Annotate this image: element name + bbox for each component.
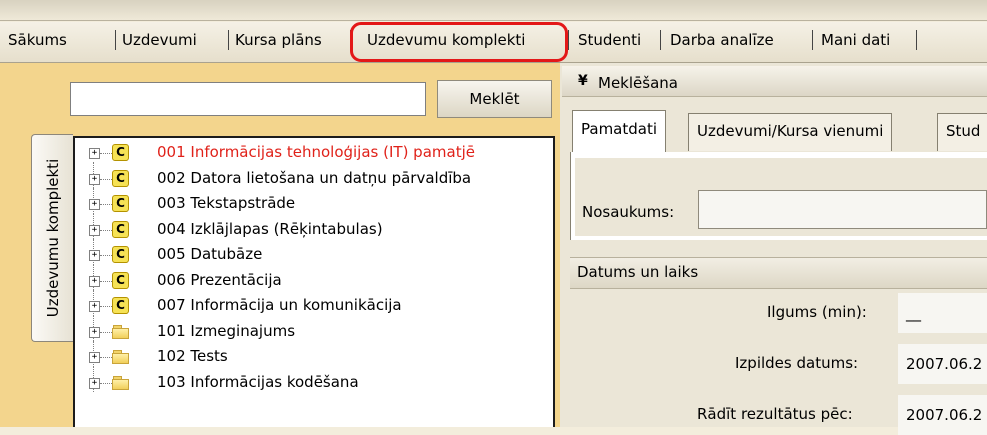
tree-item-label: 005 Datubāze xyxy=(157,245,263,263)
task-set-tree[interactable]: + C 001 Informācijas tehnoloģijas (IT) pam… xyxy=(73,136,555,427)
tab-separator xyxy=(812,30,813,50)
course-c-icon: C xyxy=(112,195,129,212)
expand-icon[interactable]: + xyxy=(89,148,100,159)
tree-item-label: 003 Tekstapstrāde xyxy=(157,194,296,212)
tree-item[interactable]: + C 001 Informācijas tehnoloģijas (IT) pam… xyxy=(75,142,553,188)
chevron-collapse-icon[interactable]: ¥ xyxy=(578,73,588,89)
course-c-icon: C xyxy=(112,169,129,187)
tab-separator xyxy=(228,30,229,50)
tree-item-label: 004 Izklājlapas (Rēķintabulas) xyxy=(157,219,383,238)
side-tab-uzdevumu-komplekti[interactable]: Uzdevumu komplekti xyxy=(31,134,73,342)
course-c-icon: C xyxy=(112,144,129,161)
show-results-after-label: Rādīt rezultātus pēc: xyxy=(697,405,853,423)
tree-connector xyxy=(100,382,112,384)
tab-uzdevumi-kursa-vienumi[interactable]: Uzdevumi/Kursa vienumi xyxy=(688,113,893,151)
tree-connector xyxy=(100,153,112,154)
show-results-after-field[interactable]: 2007.06.2 xyxy=(898,395,987,435)
tree-item[interactable]: +101 Izmeginajums xyxy=(75,321,553,367)
tree-connector xyxy=(100,357,112,358)
tree-connector xyxy=(100,280,112,282)
search-input[interactable] xyxy=(70,82,426,116)
tree-item[interactable]: + C 003 Tekstapstrāde xyxy=(75,193,553,239)
course-c-icon: C xyxy=(112,297,129,314)
tab-sakums[interactable]: Sākums xyxy=(8,28,67,52)
tab-pamatdati[interactable]: Pamatdati xyxy=(572,110,667,152)
search-panel-title: Meklēšana xyxy=(598,74,678,92)
tab-studenti-partial[interactable]: Stud xyxy=(937,113,987,151)
tree-item-label: 001 Informācijas tehnoloģijas (IT) pamat… xyxy=(157,143,475,161)
expand-icon[interactable]: + xyxy=(89,199,100,210)
duration-label: Ilgums (min): xyxy=(767,303,867,321)
folder-icon xyxy=(112,324,130,339)
name-label: Nosaukums: xyxy=(582,203,675,221)
folder-icon xyxy=(112,375,130,390)
duration-field[interactable]: __ xyxy=(898,293,987,333)
expand-icon[interactable]: + xyxy=(89,173,100,185)
execution-date-field[interactable]: 2007.06.2 xyxy=(898,344,987,384)
course-c-icon: C xyxy=(112,220,129,238)
tree-item-label: 006 Prezentācija xyxy=(157,270,282,289)
tree-item-label: 101 Izmeginajums xyxy=(157,321,296,340)
expand-icon[interactable]: + xyxy=(89,250,100,261)
tree-connector xyxy=(100,229,112,231)
name-field[interactable] xyxy=(698,190,987,229)
tree-connector xyxy=(100,255,112,256)
date-time-section-title: Datums un laiks xyxy=(577,263,699,281)
tab-separator xyxy=(350,30,351,50)
folder-icon xyxy=(112,350,130,364)
tab-kursa-plans[interactable]: Kursa plāns xyxy=(235,28,322,52)
tree-item-label: 007 Informācija un komunikācija xyxy=(157,296,402,314)
tab-uzdevumu-komplekti[interactable]: Uzdevumu komplekti xyxy=(367,28,525,52)
expand-icon[interactable]: + xyxy=(89,275,100,287)
tree-connector xyxy=(100,178,112,180)
tab-separator xyxy=(660,30,661,50)
tree-item[interactable]: + C 005 Datubāze xyxy=(75,244,553,290)
expand-icon[interactable]: + xyxy=(89,352,100,363)
tab-mani-dati[interactable]: Mani dati xyxy=(821,28,890,52)
expand-icon[interactable]: + xyxy=(89,377,100,389)
tree-connector xyxy=(100,306,112,307)
tab-separator xyxy=(115,30,116,50)
tree-connector xyxy=(100,331,112,333)
course-c-icon: C xyxy=(112,246,129,263)
execution-date-label: Izpildes datums: xyxy=(735,354,859,372)
tree-connector xyxy=(100,204,112,205)
tab-separator xyxy=(916,30,917,50)
tree-item-label: 103 Informācijas kodēšana xyxy=(157,372,359,391)
tree-item[interactable]: +102 Tests xyxy=(75,346,553,392)
tree-item[interactable]: + C 004 Izklājlapas (Rēķintabulas) xyxy=(75,219,553,265)
search-button[interactable]: Meklēt xyxy=(437,80,552,118)
side-tab-label: Uzdevumu komplekti xyxy=(43,158,62,318)
tab-uzdevumi[interactable]: Uzdevumi xyxy=(122,28,197,52)
expand-icon[interactable]: + xyxy=(89,301,100,312)
tab-studenti[interactable]: Studenti xyxy=(578,28,641,52)
window-top-strip xyxy=(0,0,987,21)
expand-icon[interactable]: + xyxy=(89,326,100,338)
tree-item[interactable]: + C 006 Prezentācija xyxy=(75,270,553,316)
tree-item-label: 102 Tests xyxy=(157,347,228,365)
course-c-icon: C xyxy=(112,271,129,289)
tree-item[interactable]: + C 007 Informācija un komunikācija xyxy=(75,295,553,341)
tree-item[interactable]: +103 Informācijas kodēšana xyxy=(75,372,553,396)
tree-item-label: 002 Datora lietošana un datņu pārvaldība xyxy=(157,168,472,187)
tab-separator xyxy=(568,30,569,50)
expand-icon[interactable]: + xyxy=(89,224,100,236)
tab-darba-analize[interactable]: Darba analīze xyxy=(670,28,774,52)
tree-item[interactable]: + C 002 Datora lietošana un datņu pārvaldī… xyxy=(75,168,553,214)
